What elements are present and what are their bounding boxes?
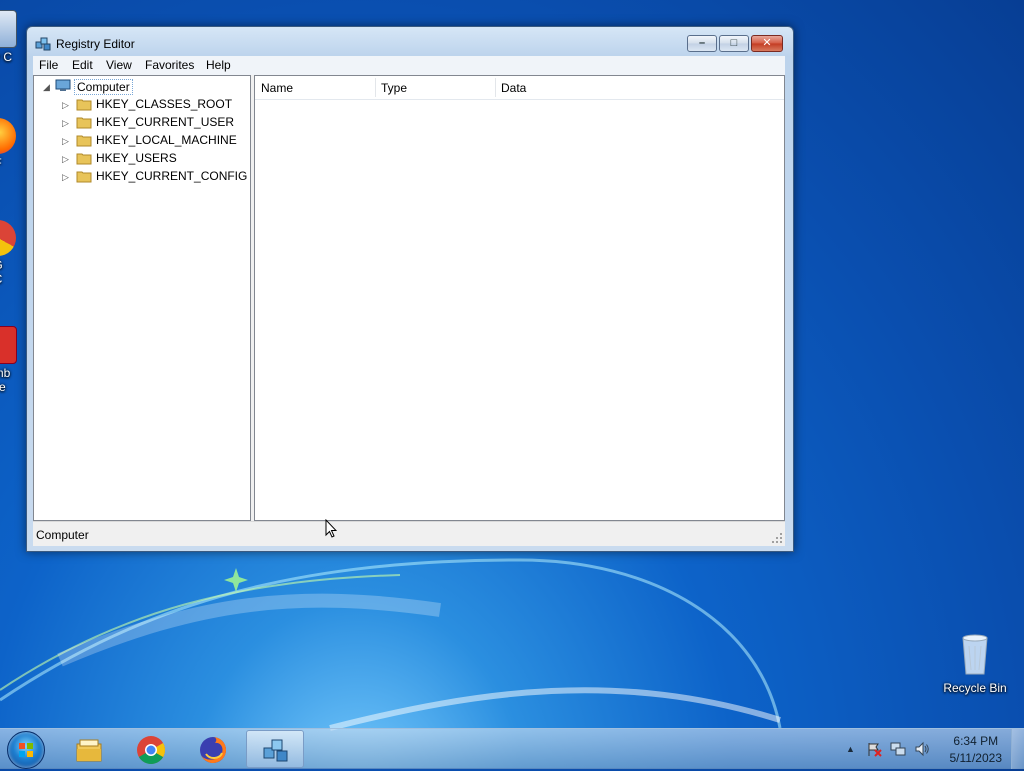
- maximize-icon: □: [730, 37, 738, 49]
- taskbar: ▲ 6:34 PM 5/11/2023: [0, 728, 1024, 769]
- status-path: Computer: [36, 528, 89, 542]
- clock-date: 5/11/2023: [949, 751, 1003, 765]
- tree-label: Computer: [74, 79, 133, 95]
- regedit-icon: [263, 739, 288, 762]
- resize-grip-icon[interactable]: [771, 532, 783, 544]
- tree-label: HKEY_CURRENT_USER: [96, 115, 235, 129]
- taskbar-firefox[interactable]: [184, 730, 242, 768]
- regedit-icon: [35, 37, 51, 51]
- folder-library-icon: [76, 739, 102, 762]
- column-divider[interactable]: [375, 78, 376, 97]
- desktop-icon-label: Recycle Bin: [943, 681, 1007, 695]
- tree-label: HKEY_LOCAL_MACHINE: [96, 133, 237, 147]
- network-icon[interactable]: [890, 741, 906, 757]
- taskbar-registry-editor[interactable]: [246, 730, 304, 768]
- chrome-shortcut-icon: [0, 220, 16, 256]
- taskbar-windows-explorer[interactable]: [60, 730, 118, 768]
- column-header-name[interactable]: Name: [261, 81, 293, 98]
- tree-node-hkey-local-machine[interactable]: ▷ HKEY_LOCAL_MACHINE: [34, 132, 248, 150]
- status-bar: Computer: [33, 521, 785, 546]
- taskbar-google-chrome[interactable]: [122, 730, 180, 768]
- tree-label: HKEY_USERS: [96, 151, 177, 165]
- folder-icon: [76, 117, 92, 129]
- tree-label: HKEY_CLASSES_ROOT: [96, 97, 233, 111]
- menu-bar: File Edit View Favorites Help: [33, 56, 785, 75]
- system-tray: ▲ 6:34 PM 5/11/2023: [840, 729, 1024, 769]
- column-divider[interactable]: [495, 78, 496, 97]
- registry-editor-window: Registry Editor – □ ✕ File Edit View Fav…: [26, 26, 794, 552]
- action-center-flag-icon[interactable]: [866, 741, 882, 757]
- tree-node-hkey-current-config[interactable]: ▷ HKEY_CURRENT_CONFIG: [34, 168, 248, 186]
- expand-arrow-icon[interactable]: ▷: [62, 137, 71, 146]
- menu-file[interactable]: File: [39, 58, 58, 72]
- tree-node-computer[interactable]: ◢ Computer: [34, 78, 248, 96]
- volume-icon[interactable]: [914, 741, 930, 757]
- show-desktop-button[interactable]: [1011, 729, 1024, 769]
- tree-node-hkey-users[interactable]: ▷ HKEY_USERS: [34, 150, 248, 168]
- show-hidden-icons-button[interactable]: ▲: [846, 744, 855, 754]
- app-shortcut-icon: [0, 326, 17, 364]
- desktop-icon-label: Emb De: [0, 366, 11, 394]
- close-button[interactable]: ✕: [751, 35, 783, 52]
- menu-help[interactable]: Help: [206, 58, 231, 72]
- menu-favorites[interactable]: Favorites: [145, 58, 194, 72]
- window-title: Registry Editor: [56, 37, 135, 51]
- firefox-icon: [200, 737, 226, 763]
- desktop-icon-label: F: [0, 156, 2, 170]
- start-button[interactable]: [7, 731, 45, 769]
- minimize-icon: –: [698, 37, 706, 49]
- registry-tree[interactable]: ◢ Computer ▷ HKEY_CLASSES_ROOT ▷ HKEY_CU…: [33, 75, 251, 521]
- folder-icon: [76, 171, 92, 183]
- column-header-data[interactable]: Data: [501, 81, 526, 98]
- computer-icon: [0, 10, 17, 48]
- clock[interactable]: 6:34 PM 5/11/2023: [950, 733, 1003, 767]
- collapse-arrow-icon[interactable]: ◢: [43, 83, 52, 92]
- tree-label: HKEY_CURRENT_CONFIG: [96, 169, 248, 183]
- client-area: ◢ Computer ▷ HKEY_CLASSES_ROOT ▷ HKEY_CU…: [33, 75, 785, 521]
- close-icon: ✕: [762, 37, 772, 49]
- values-list[interactable]: Name Type Data: [254, 75, 785, 521]
- recycle-bin-icon: [962, 634, 988, 675]
- minimize-button[interactable]: –: [687, 35, 717, 52]
- firefox-shortcut-icon: [0, 118, 16, 154]
- folder-icon: [76, 153, 92, 165]
- windows-logo-icon: [19, 743, 33, 757]
- tree-node-hkey-classes-root[interactable]: ▷ HKEY_CLASSES_ROOT: [34, 96, 248, 114]
- mouse-cursor-icon: [325, 519, 337, 538]
- folder-icon: [76, 135, 92, 147]
- clock-time: 6:34 PM: [953, 734, 999, 748]
- chrome-icon: [137, 736, 165, 764]
- expand-arrow-icon[interactable]: ▷: [62, 119, 71, 128]
- expand-arrow-icon[interactable]: ▷: [62, 101, 71, 110]
- menu-edit[interactable]: Edit: [72, 58, 93, 72]
- desktop-icon-label: My C: [0, 50, 12, 64]
- expand-arrow-icon[interactable]: ▷: [62, 173, 71, 182]
- folder-icon: [76, 99, 92, 111]
- expand-arrow-icon[interactable]: ▷: [62, 155, 71, 164]
- computer-icon: [55, 79, 71, 91]
- tree-node-hkey-current-user[interactable]: ▷ HKEY_CURRENT_USER: [34, 114, 248, 132]
- desktop-icon-label: G C: [0, 258, 3, 286]
- column-header-type[interactable]: Type: [381, 81, 407, 98]
- maximize-button[interactable]: □: [719, 35, 749, 52]
- menu-view[interactable]: View: [106, 58, 132, 72]
- list-header: Name Type Data: [255, 76, 784, 100]
- title-bar[interactable]: Registry Editor – □ ✕: [27, 27, 793, 57]
- desktop-icon-recycle-bin[interactable]: Recycle Bin: [937, 632, 1013, 695]
